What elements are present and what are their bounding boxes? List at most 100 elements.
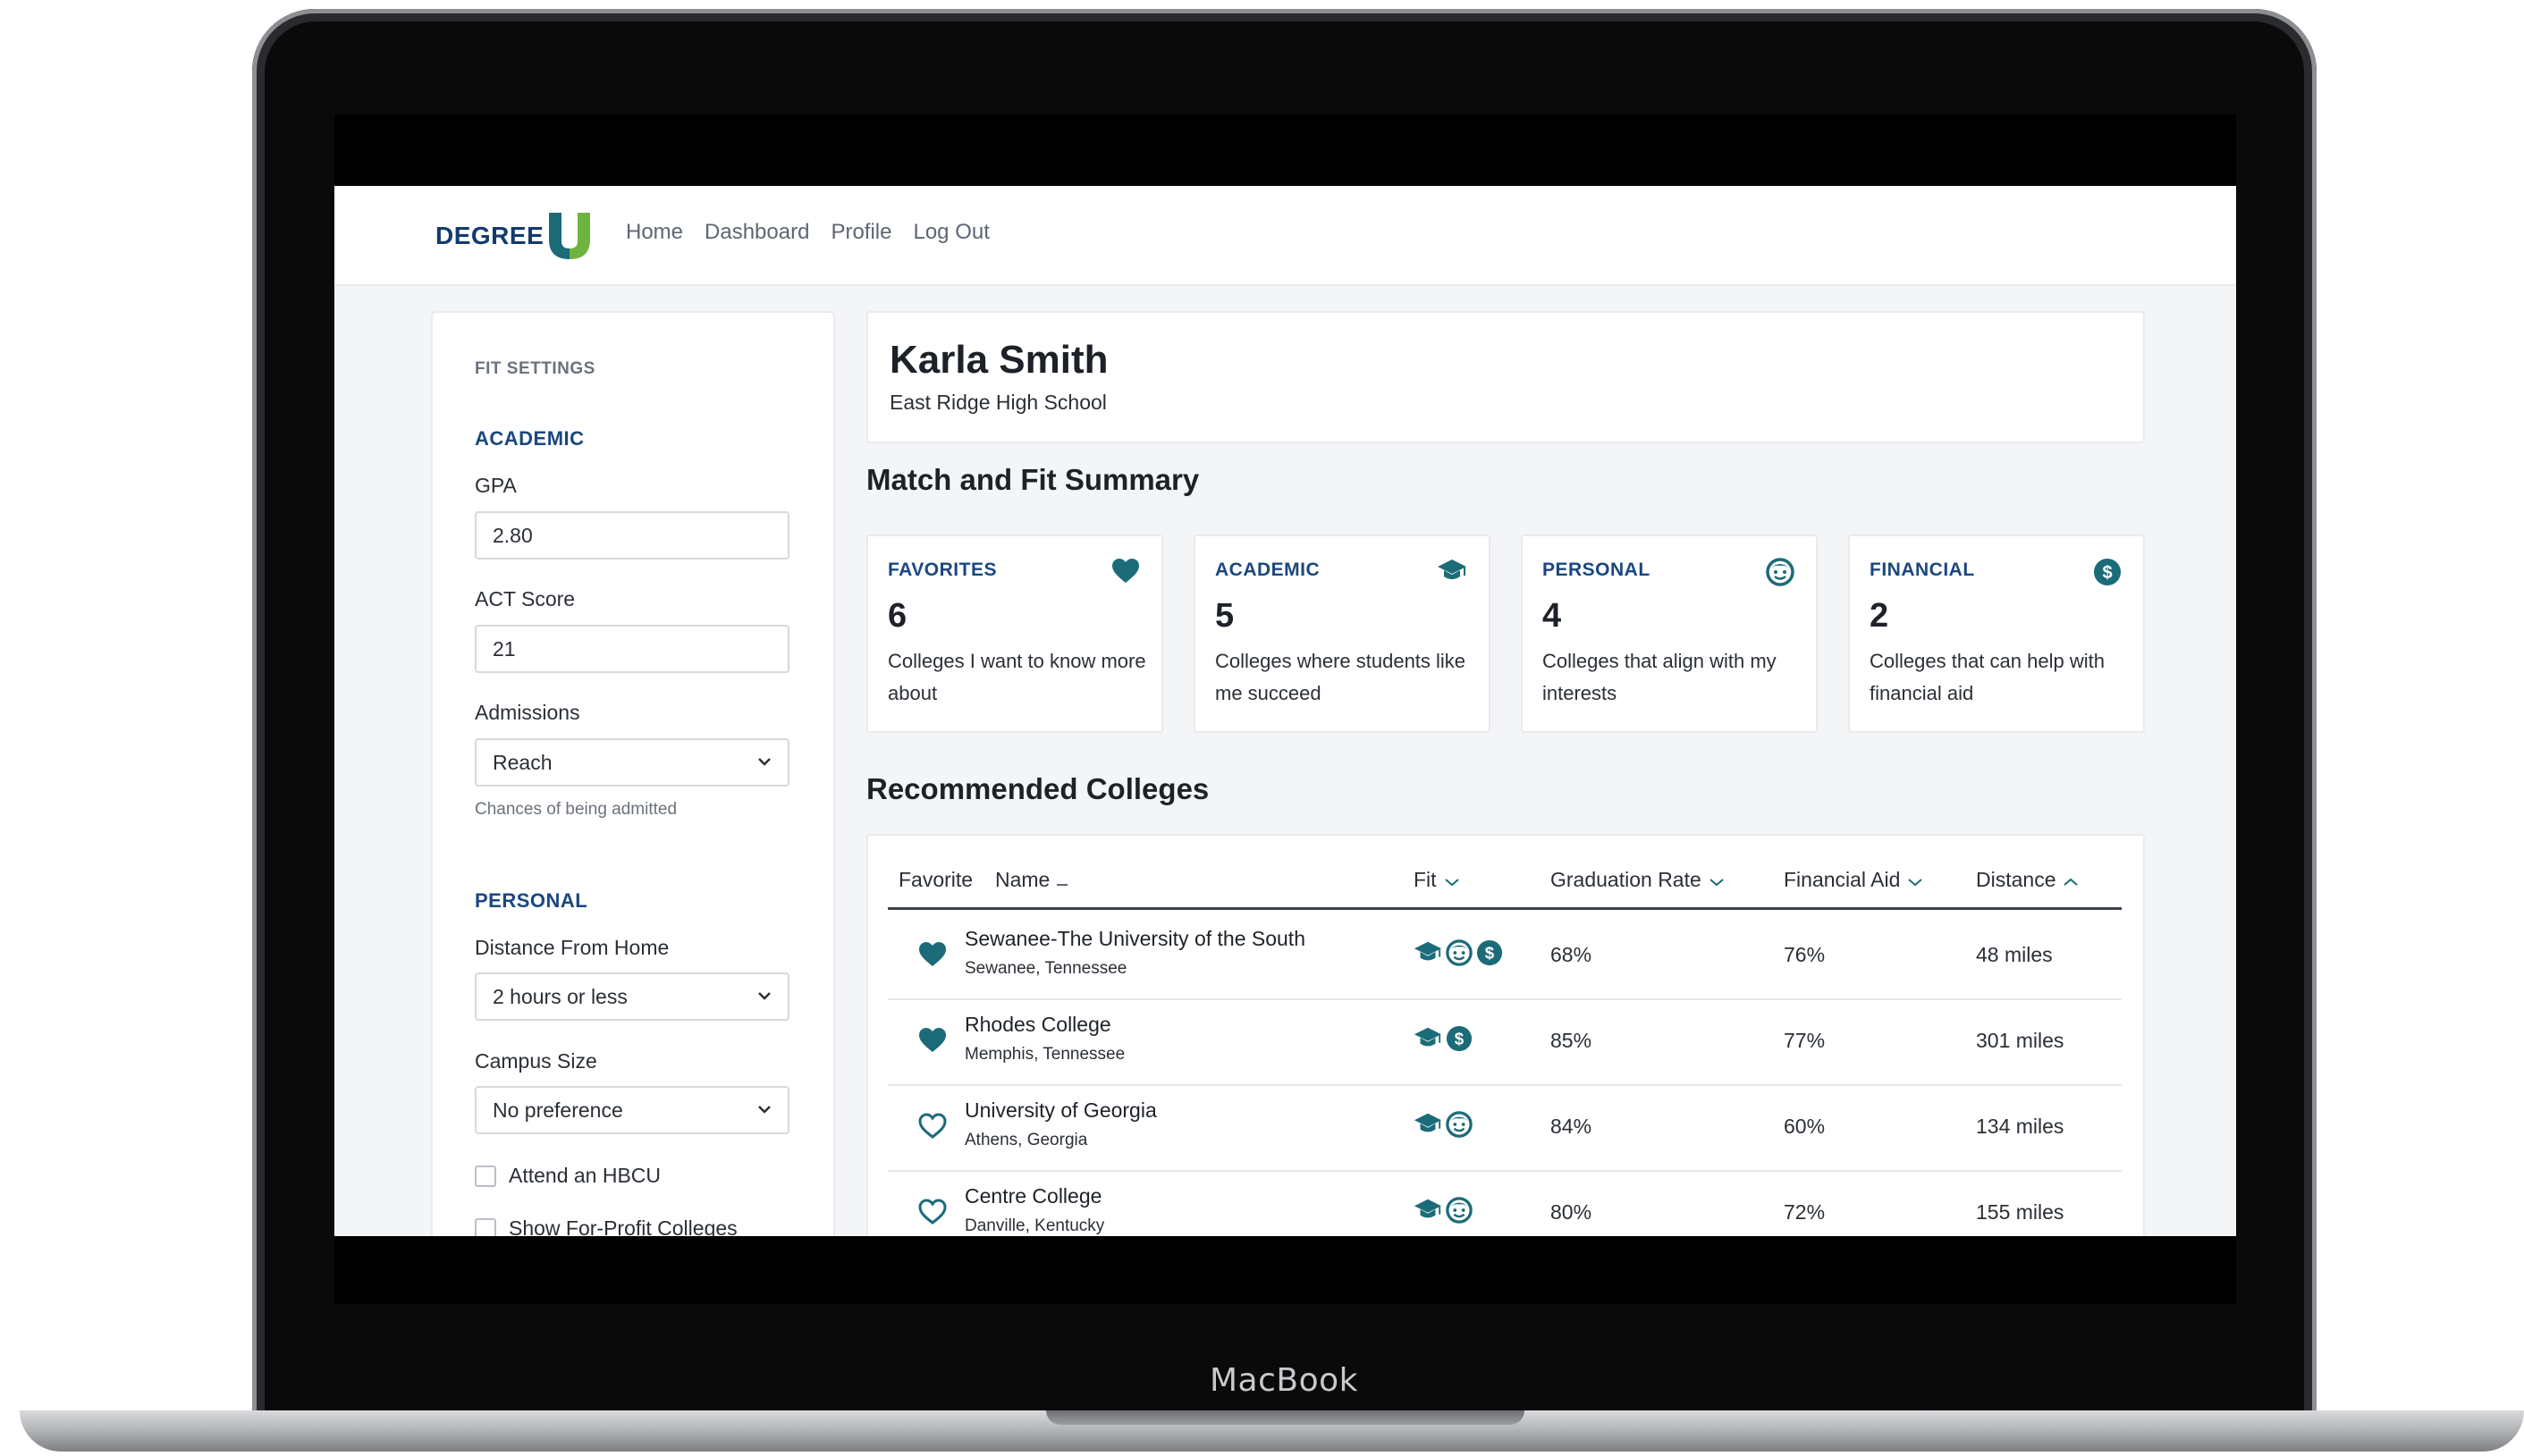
- financial-aid: 60%: [1784, 1115, 1826, 1138]
- fit-icons: $: [1414, 1025, 1473, 1056]
- graduation-rate: 80%: [1550, 1200, 1592, 1224]
- checkbox-box: [475, 1165, 496, 1187]
- dash-sort-icon: [1057, 868, 1068, 892]
- laptop-base-notch: [1046, 1410, 1524, 1425]
- app-window: DEGREE Home Dashboard Profile Log Out FI…: [334, 186, 2236, 1236]
- recommended-colleges-table: Favorite Name Fit Graduation Rate Financ…: [866, 834, 2145, 1236]
- college-name[interactable]: Sewanee-The University of the South: [965, 927, 1305, 951]
- svg-text:$: $: [2102, 563, 2112, 583]
- college-name[interactable]: University of Georgia: [965, 1098, 1157, 1123]
- card-count: 6: [888, 597, 907, 635]
- column-header-name[interactable]: Name: [995, 868, 1068, 892]
- chevron-down-icon: [757, 989, 772, 1005]
- academic-summary-card[interactable]: ACADEMIC 5 Colleges where students like …: [1194, 534, 1490, 733]
- top-navigation: DEGREE Home Dashboard Profile Log Out: [334, 186, 2236, 286]
- admissions-select[interactable]: Reach: [475, 738, 789, 787]
- student-profile-card: Karla Smith East Ridge High School: [866, 311, 2145, 443]
- admissions-label: Admissions: [475, 701, 580, 724]
- college-name[interactable]: Rhodes College: [965, 1013, 1111, 1037]
- for-profit-label: Show For-Profit Colleges: [509, 1216, 738, 1236]
- card-title: PERSONAL: [1542, 560, 1650, 580]
- campus-size-select[interactable]: No preference: [475, 1086, 789, 1134]
- student-school: East Ridge High School: [890, 391, 1107, 414]
- column-header-distance[interactable]: Distance: [1976, 868, 2079, 892]
- college-location: Danville, Kentucky: [965, 1216, 1105, 1235]
- nav-dashboard-link[interactable]: Dashboard: [705, 220, 809, 245]
- smiley-face-icon: [1446, 1111, 1473, 1142]
- distance: 48 miles: [1976, 943, 2053, 966]
- academic-section-heading: ACADEMIC: [475, 427, 585, 450]
- fit-settings-title: FIT SETTINGS: [475, 359, 595, 378]
- column-label: Name: [995, 868, 1051, 891]
- graduation-cap-icon: [1414, 1025, 1442, 1056]
- table-row[interactable]: Rhodes College Memphis, Tennessee $85% 77% 3…: [888, 998, 2122, 1086]
- act-score-label: ACT Score: [475, 587, 576, 610]
- card-count: 2: [1870, 597, 1889, 635]
- column-header-fit[interactable]: Fit: [1414, 868, 1460, 892]
- for-profit-checkbox[interactable]: Show For-Profit Colleges: [475, 1216, 738, 1236]
- nav-logout-link[interactable]: Log Out: [913, 220, 989, 245]
- heart-outline-icon[interactable]: [918, 1199, 947, 1230]
- college-name[interactable]: Centre College: [965, 1184, 1102, 1208]
- hbcu-checkbox[interactable]: Attend an HBCU: [475, 1164, 661, 1188]
- chevron-down-icon: [757, 754, 772, 770]
- heart-outline-icon[interactable]: [918, 1113, 947, 1144]
- svg-text:$: $: [1485, 944, 1495, 963]
- heart-filled-icon[interactable]: [918, 1027, 947, 1058]
- college-location: Sewanee, Tennessee: [965, 959, 1127, 978]
- dollar-icon: $: [1446, 1025, 1473, 1056]
- dollar-icon: $: [2093, 558, 2122, 591]
- table-row[interactable]: Centre College Danville, Kentucky 80% 72% 15…: [888, 1170, 2122, 1236]
- card-description: Colleges where students like me succeed: [1215, 650, 1466, 704]
- personal-summary-card[interactable]: PERSONAL 4 Colleges that align with my i…: [1521, 534, 1818, 733]
- laptop-brand-label: MacBook: [1209, 1362, 1358, 1399]
- card-title: FINANCIAL: [1870, 560, 1975, 580]
- financial-summary-card[interactable]: FINANCIAL $ 2 Colleges that can help wit…: [1848, 534, 2145, 733]
- svg-text:$: $: [1455, 1030, 1465, 1048]
- gpa-input[interactable]: [475, 511, 789, 560]
- smiley-face-icon: [1446, 1197, 1473, 1228]
- distance: 155 miles: [1976, 1200, 2064, 1224]
- logo-text: DEGREE: [435, 222, 544, 249]
- column-header-graduation-rate[interactable]: Graduation Rate: [1550, 868, 1725, 892]
- act-score-input[interactable]: [475, 625, 789, 673]
- heart-filled-icon[interactable]: [918, 941, 947, 972]
- student-name: Karla Smith: [890, 338, 1109, 382]
- admissions-value: Reach: [493, 750, 553, 774]
- nav-home-link[interactable]: Home: [626, 220, 683, 245]
- card-title: ACADEMIC: [1215, 560, 1321, 580]
- fit-icons: [1414, 1111, 1473, 1142]
- personal-section-heading: PERSONAL: [475, 889, 588, 912]
- recommended-colleges-heading: Recommended Colleges: [866, 772, 1210, 805]
- campus-size-label: Campus Size: [475, 1049, 597, 1073]
- column-label: Distance: [1976, 868, 2056, 891]
- college-location: Memphis, Tennessee: [965, 1045, 1126, 1064]
- card-title: FAVORITES: [888, 560, 997, 580]
- graduation-rate: 85%: [1550, 1029, 1592, 1052]
- match-fit-summary-heading: Match and Fit Summary: [866, 463, 1200, 496]
- fit-icons: [1414, 1197, 1473, 1228]
- chevron-up-icon: [2063, 868, 2079, 892]
- dollar-icon: $: [1476, 939, 1503, 971]
- distance-value: 2 hours or less: [493, 984, 628, 1008]
- financial-aid: 72%: [1784, 1200, 1826, 1224]
- chevron-down-icon: [1709, 868, 1725, 892]
- table-row[interactable]: University of Georgia Athens, Georgia 84% 6…: [888, 1084, 2122, 1172]
- table-row[interactable]: Sewanee-The University of the South Sewan…: [888, 913, 2122, 1000]
- favorites-summary-card[interactable]: FAVORITES 6 Colleges I want to know more…: [866, 534, 1163, 733]
- column-header-financial-aid[interactable]: Financial Aid: [1784, 868, 1923, 892]
- graduation-rate: 84%: [1550, 1115, 1592, 1138]
- nav-profile-link[interactable]: Profile: [831, 220, 891, 245]
- column-label: Financial Aid: [1784, 868, 1901, 891]
- column-header-favorite[interactable]: Favorite: [899, 868, 973, 892]
- fit-icons: $: [1414, 939, 1503, 971]
- distance: 134 miles: [1976, 1115, 2064, 1138]
- graduation-cap-icon: [1414, 1197, 1442, 1228]
- graduation-cap-icon: [1437, 558, 1467, 587]
- distance-from-home-select[interactable]: 2 hours or less: [475, 972, 789, 1021]
- card-description: Colleges that align with my interests: [1542, 650, 1777, 704]
- card-count: 5: [1215, 597, 1235, 635]
- column-label: Favorite: [899, 868, 974, 891]
- smiley-face-icon: [1766, 558, 1794, 591]
- laptop-screen: DEGREE Home Dashboard Profile Log Out FI…: [334, 114, 2236, 1304]
